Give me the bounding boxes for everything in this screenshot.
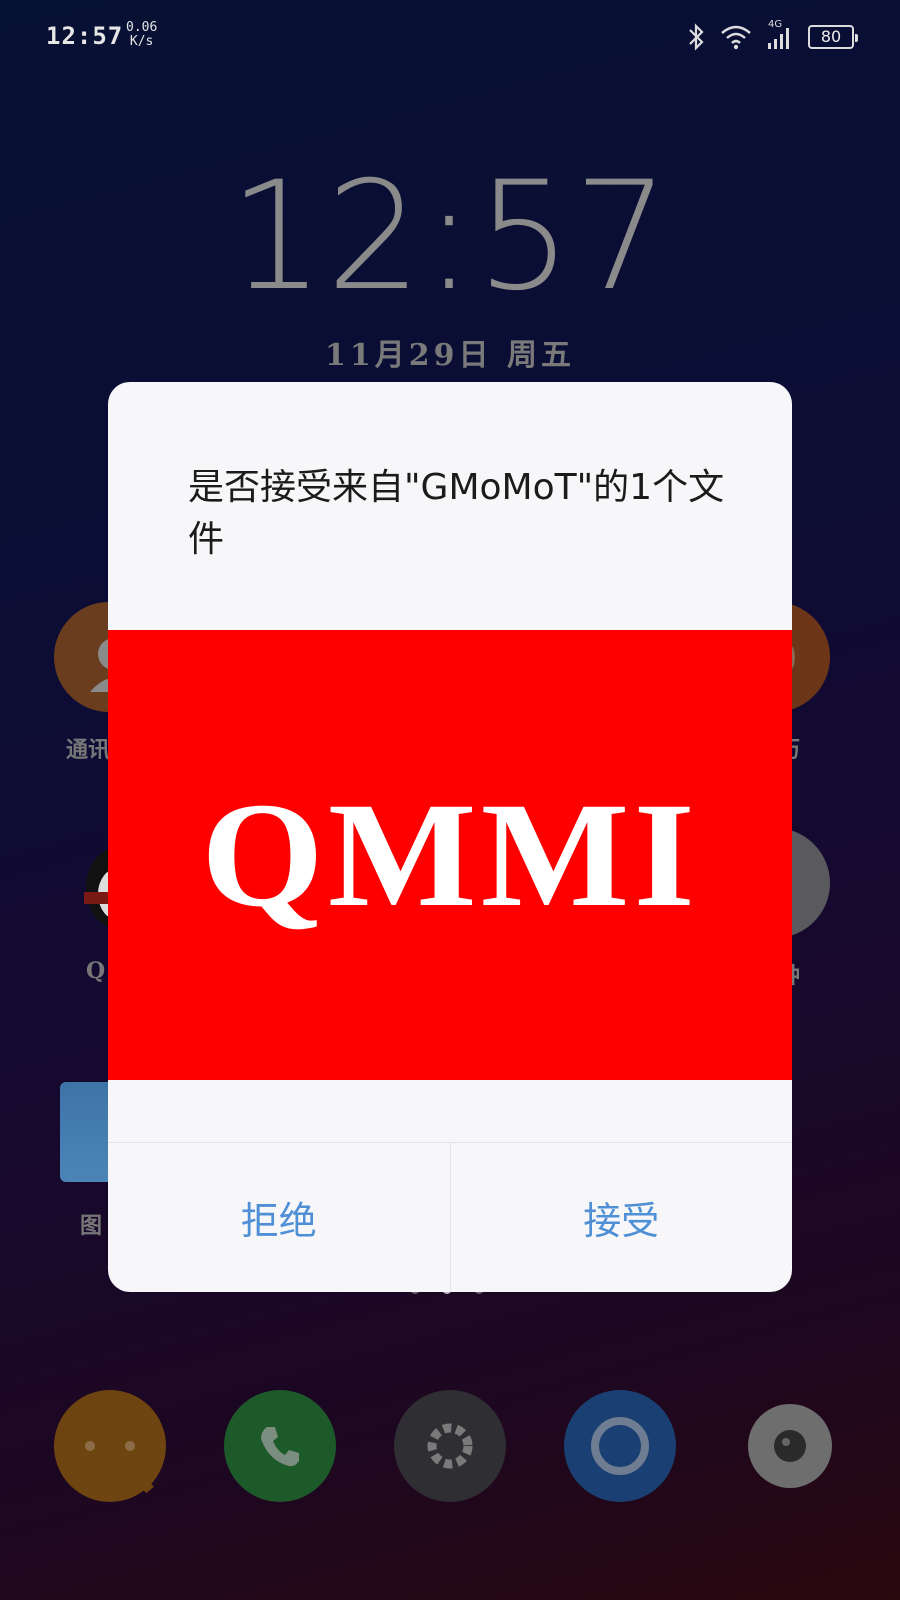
- gallery-app-label: 图: [80, 1213, 103, 1239]
- file-preview-image: QMMI: [108, 630, 792, 1080]
- status-bar: 12:57 0.06 K/s 4G 80: [46, 18, 858, 58]
- lockscreen-clock: 12:57: [228, 150, 672, 324]
- battery-icon: 80: [808, 25, 858, 49]
- preview-text: QMMI: [201, 772, 699, 938]
- bluetooth-icon: [686, 22, 706, 52]
- battery-level: 80: [820, 27, 842, 46]
- camera-icon[interactable]: [734, 1390, 846, 1502]
- dock: [54, 1390, 844, 1502]
- browser-icon[interactable]: [564, 1390, 676, 1502]
- messages-icon[interactable]: [54, 1390, 166, 1502]
- lockscreen-date: 11月29日 周五: [325, 338, 575, 373]
- accept-button[interactable]: 接受: [449, 1143, 793, 1292]
- qq-app-label: Q: [86, 958, 106, 984]
- dialog-message: 是否接受来自"GMoMoT"的1个文件: [188, 467, 725, 560]
- wifi-icon: [720, 24, 752, 50]
- status-time: 12:57: [46, 22, 124, 50]
- phone-icon[interactable]: [224, 1390, 336, 1502]
- cellular-signal-icon: 4G: [766, 19, 794, 51]
- reject-button[interactable]: 拒绝: [108, 1143, 450, 1292]
- file-transfer-dialog: 是否接受来自"GMoMoT"的1个文件 QMMI 拒绝 接受: [108, 382, 792, 1292]
- network-speed: 0.06 K/s: [126, 20, 158, 49]
- contacts-app-label: 通讯: [66, 737, 111, 763]
- dialog-button-row: 拒绝 接受: [108, 1142, 792, 1292]
- network-type: 4G: [768, 19, 783, 30]
- settings-icon[interactable]: [394, 1390, 506, 1502]
